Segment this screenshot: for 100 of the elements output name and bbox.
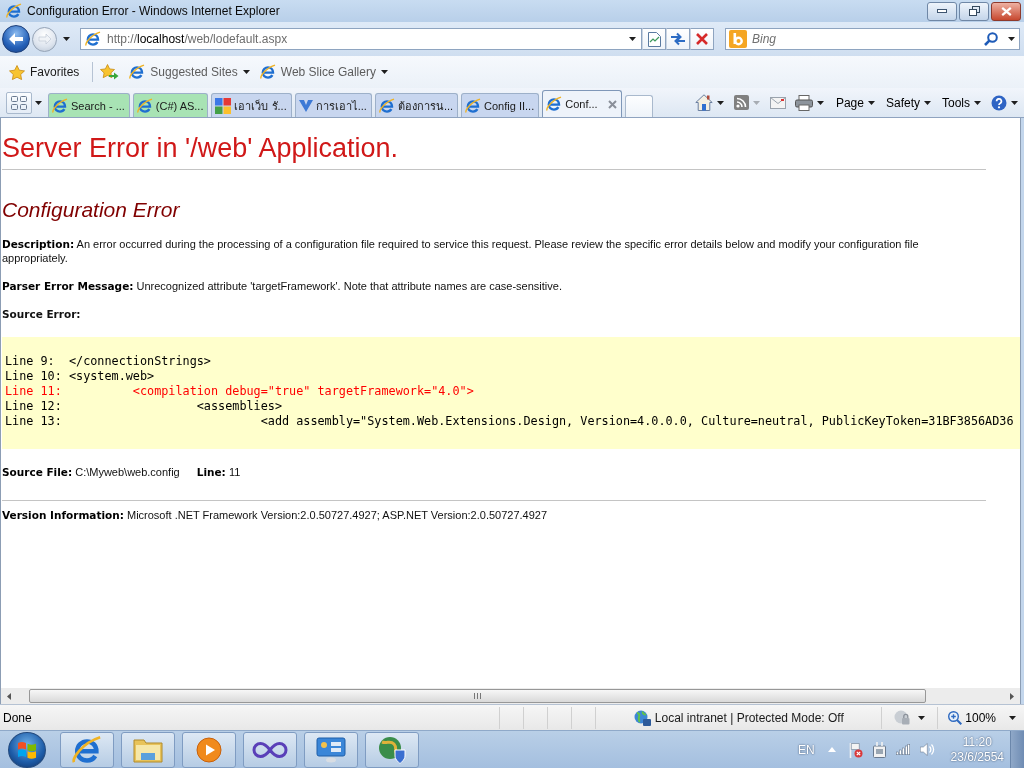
taskbar-button[interactable] [304,731,358,768]
browser-tab[interactable]: Config II... [461,93,540,117]
caret-icon [817,100,825,105]
signal-icon[interactable] [895,744,910,755]
caret-icon [628,37,636,41]
error-heading: Server Error in '/web' Application. [2,133,398,164]
taskbar-button[interactable] [365,731,419,768]
flag-alert-icon[interactable] [848,741,863,758]
caret-icon [827,747,836,752]
e-logo-icon [72,734,102,765]
taskbar-button[interactable] [243,731,297,768]
infinity-icon [252,740,288,759]
star-arrow-icon [100,64,120,80]
source-line-text: Line: 11 [196,465,241,479]
monitor-icon [316,736,346,763]
toolbar-menu-button[interactable]: Safety [883,91,933,114]
favorites-link[interactable]: Web Slice Gallery [256,60,391,84]
restore-button[interactable] [959,1,989,21]
arrow-left-icon [8,32,24,46]
code-line: Line 10: <system.web> [5,369,155,384]
star-icon [9,64,25,80]
caret-icon [974,100,981,105]
b-logo-icon [729,30,747,48]
browser-tab[interactable]: เอาเว็บ รั... [211,93,292,117]
code-line: Line 12: <assemblies> [5,399,282,414]
caret-icon [924,100,931,105]
toolbar-menu-button[interactable]: Page [833,91,877,114]
caret-icon [1008,715,1016,720]
caret-icon [918,715,926,720]
caret-icon [380,70,388,74]
browser-tab[interactable]: Conf... [542,90,622,117]
play-icon [196,736,222,763]
speaker-icon[interactable] [919,743,935,756]
back-button[interactable] [2,25,30,53]
window-title: Configuration Error - Windows Internet Explorer [27,4,281,18]
security-zone-button[interactable]: Local intranet | Protected Mode: Off [595,706,882,729]
stop-button[interactable] [690,28,714,50]
taskbar-button[interactable] [60,731,114,768]
refresh-button[interactable] [666,28,690,50]
restore-icon [968,6,980,16]
browser-tab[interactable]: (C#) AS... [132,93,209,117]
e-logo-icon [85,31,101,47]
minimize-icon [937,9,947,13]
e-logo-icon [259,64,276,80]
search-button[interactable] [982,30,1000,48]
arrow-right-icon [37,33,52,45]
e-logo-icon [546,96,563,112]
grip-icon [474,693,481,699]
code-line: Line 11: <compilation debug="true" targetFramework="4.0"> [5,384,474,399]
quick-tabs-button[interactable] [6,92,32,114]
search-box[interactable]: Bing [725,28,1020,50]
source-file-text: Source File: C:\Myweb\web.config [2,465,180,479]
stop-icon [696,33,708,45]
caret-icon [62,37,70,41]
caret-icon [35,101,42,105]
close-icon[interactable] [607,99,617,109]
caret-icon [242,70,250,74]
zoom-button[interactable]: 100% [937,706,1000,729]
broken-page-icon [647,31,661,47]
taskbar-button[interactable] [182,731,236,768]
caret-icon [1007,37,1015,41]
caret-icon [717,100,725,105]
grid-icon [11,96,27,110]
favorites-link[interactable]: Suggested Sites [126,60,253,84]
caret-icon [867,100,875,105]
browser-tab[interactable]: Search - ... [48,93,130,117]
description-text: Description: An error occurred during the processing of a configuration file required to service this request. Please review the specific error details below and modify your configuration file appropriately. [2,237,920,265]
lock-globe-icon [894,710,911,725]
arrow-right-icon [1010,692,1014,700]
favorites-button[interactable]: Favorites [6,60,83,84]
horizontal-scrollbar[interactable] [0,688,1021,704]
minimize-button[interactable] [927,1,957,21]
envelope-icon [769,96,786,109]
address-field[interactable]: http://localhost/web/lodefault.aspx [80,28,642,50]
status-text: Done [3,710,32,725]
caret-icon [753,100,761,105]
e-logo-icon [129,64,146,80]
close-button[interactable] [991,1,1021,21]
e-logo-icon [465,97,482,114]
help-icon [991,94,1007,111]
browser-tab[interactable]: ต้องการน... [374,93,459,117]
search-icon [984,32,998,46]
caret-icon [1011,100,1018,105]
flag-icon [17,740,37,759]
toolbar-menu-button[interactable]: Tools [940,91,983,114]
start-button[interactable] [8,731,46,768]
scrollbar-thumb[interactable] [29,689,926,703]
search-field[interactable]: Bing [752,30,977,48]
feed-icon [733,95,749,110]
close-icon [1000,6,1012,16]
home-button[interactable] [692,91,715,114]
code-line: Line 13: <add assembly="System.Web.Extensions.Design, Version=4.0.0.0, Culture=neutral, PublicKeyToken=31BF3856AD36 [5,414,1014,429]
v-shape-icon [298,99,313,112]
browser-tab[interactable]: การเอาไ... [294,93,372,117]
e-logo-icon [6,3,22,19]
globe-icon [633,709,651,726]
zoom-icon [948,710,963,725]
compatibility-view-button[interactable] [642,28,666,50]
plug-icon[interactable] [872,741,886,758]
e-logo-icon [52,97,68,114]
